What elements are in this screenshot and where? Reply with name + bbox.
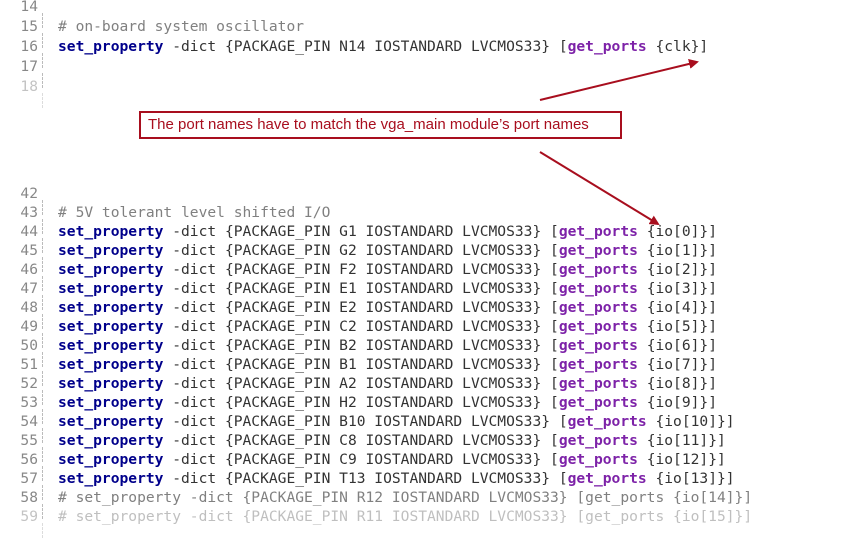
arrow-to-io xyxy=(539,151,660,226)
arrow-to-clk xyxy=(539,59,699,101)
annotation-arrows xyxy=(539,59,699,226)
